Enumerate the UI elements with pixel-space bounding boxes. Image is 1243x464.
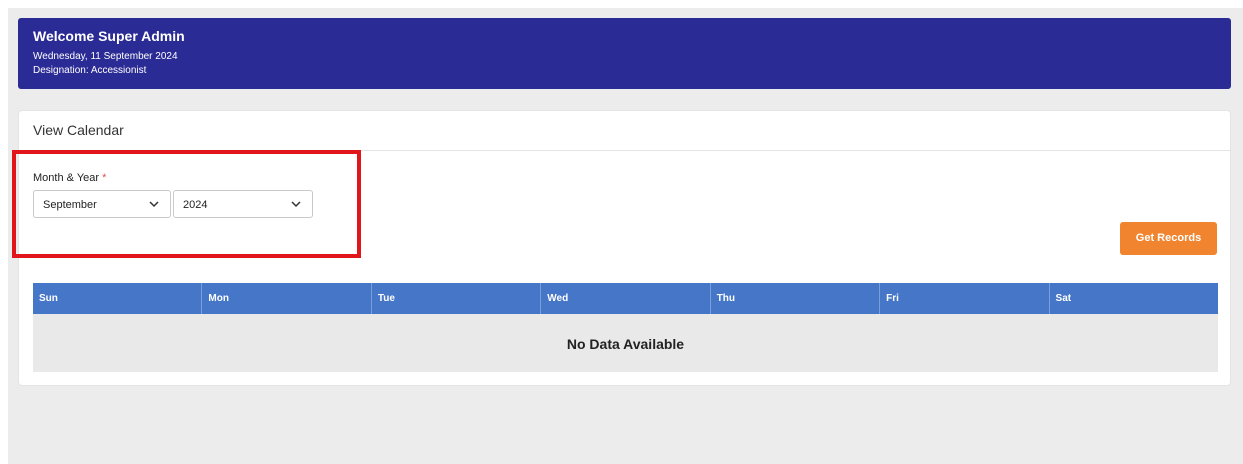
month-select[interactable]: September bbox=[33, 190, 171, 218]
get-records-button[interactable]: Get Records bbox=[1120, 222, 1217, 255]
required-asterisk: * bbox=[102, 172, 107, 184]
month-year-label: Month & Year * bbox=[33, 172, 106, 184]
view-calendar-card: View Calendar Month & Year * September 2… bbox=[18, 110, 1231, 386]
month-year-label-text: Month & Year bbox=[33, 172, 100, 184]
year-select[interactable]: 2024 bbox=[173, 190, 313, 218]
calendar-table: Sun Mon Tue Wed Thu Fri Sat No Data Avai… bbox=[33, 283, 1218, 372]
day-header-sat: Sat bbox=[1055, 293, 1072, 304]
chevron-down-icon bbox=[291, 201, 301, 208]
day-header-wed: Wed bbox=[541, 283, 711, 314]
no-data-message: No Data Available bbox=[33, 314, 1218, 372]
welcome-title: Welcome Super Admin bbox=[33, 28, 185, 44]
current-date: Wednesday, 11 September 2024 bbox=[33, 51, 178, 62]
day-header-thu: Thu bbox=[711, 283, 881, 314]
welcome-banner: Welcome Super Admin Wednesday, 11 Septem… bbox=[18, 18, 1231, 89]
chevron-down-icon bbox=[149, 201, 159, 208]
month-select-value: September bbox=[43, 199, 97, 211]
day-header-tue: Tue bbox=[372, 283, 542, 314]
designation-text: Designation: Accessionist bbox=[33, 65, 147, 76]
day-header-sun: Sun bbox=[33, 283, 203, 314]
day-header-fri: Fri bbox=[880, 283, 1050, 314]
card-title: View Calendar bbox=[19, 111, 1230, 151]
day-header-mon: Mon bbox=[202, 283, 372, 314]
year-select-value: 2024 bbox=[183, 199, 208, 211]
calendar-header-row: Sun Mon Tue Wed Thu Fri Sat bbox=[33, 283, 1218, 314]
